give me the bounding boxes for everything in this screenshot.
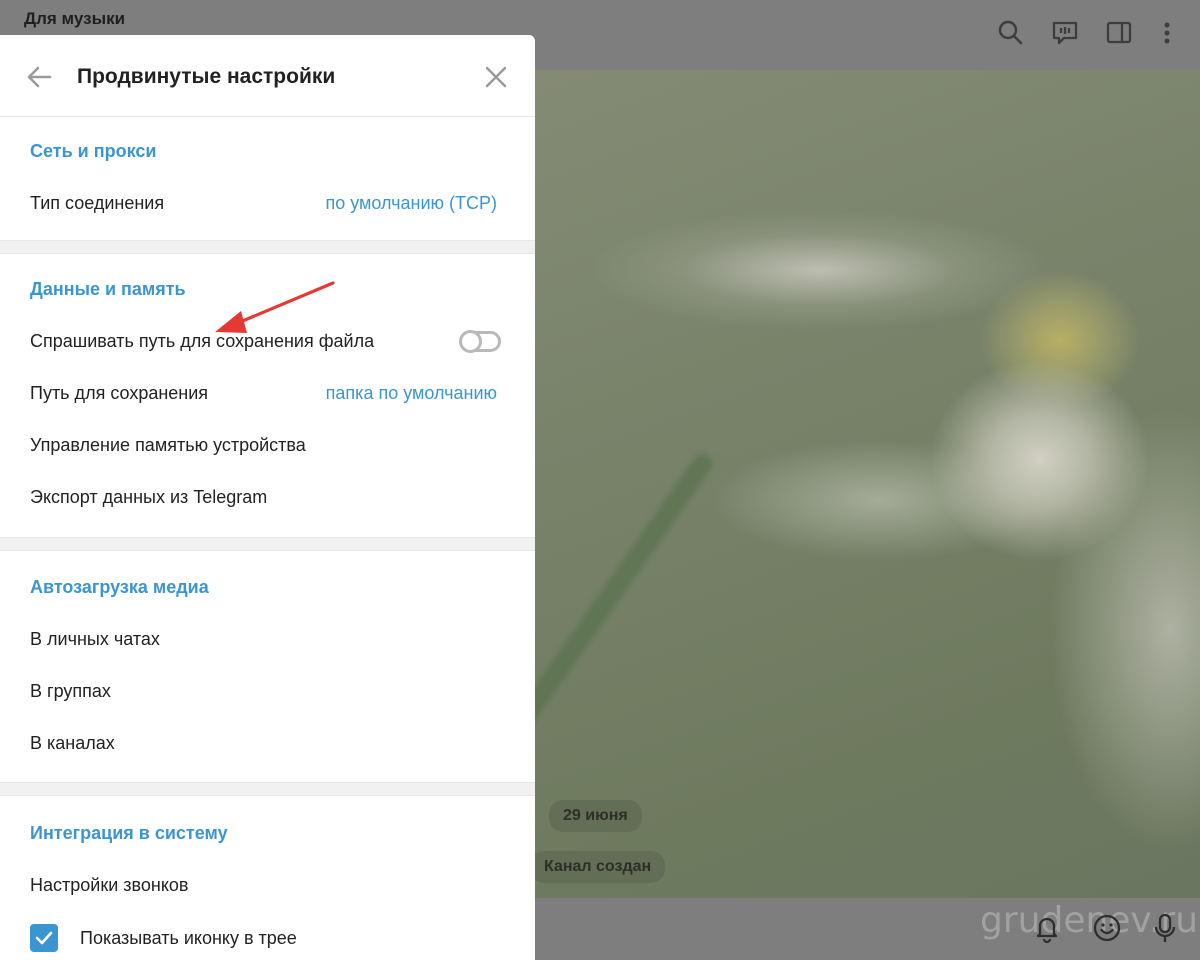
connection-type-value[interactable]: по умолчанию (TCP) (325, 193, 497, 214)
section-title-autoload: Автозагрузка медиа (30, 577, 209, 597)
checkmark-icon (35, 931, 53, 945)
date-pill: 29 июня (549, 800, 642, 832)
bell-icon[interactable] (1031, 912, 1063, 944)
connection-type-label[interactable]: Тип соединения (30, 193, 164, 214)
chat-title[interactable]: Для музыки (24, 9, 125, 29)
call-settings-item[interactable]: Настройки звонков (30, 875, 188, 896)
section-divider (0, 782, 535, 796)
microphone-icon[interactable] (1149, 912, 1181, 944)
tray-icon-checkbox[interactable] (30, 924, 58, 952)
page-title: Продвинутые настройки (77, 65, 336, 88)
advanced-settings-panel: Продвинутые настройки Сеть и прокси Тип … (0, 35, 535, 960)
export-data-item[interactable]: Экспорт данных из Telegram (30, 487, 267, 508)
section-title-network: Сеть и прокси (30, 141, 157, 161)
section-divider (0, 537, 535, 551)
panel-header: Продвинутые настройки (0, 35, 535, 117)
more-vertical-icon[interactable] (1152, 18, 1182, 48)
ask-save-path-toggle[interactable] (459, 330, 501, 353)
section-title-data: Данные и память (30, 279, 186, 299)
autoload-groups-item[interactable]: В группах (30, 681, 111, 702)
save-path-value[interactable]: папка по умолчанию (326, 383, 497, 404)
annotation-arrow-icon (215, 281, 335, 333)
tray-icon-label[interactable]: Показывать иконку в трее (80, 928, 297, 949)
autoload-private-chats-item[interactable]: В личных чатах (30, 629, 160, 650)
storage-management-item[interactable]: Управление памятью устройства (30, 435, 306, 456)
save-path-label[interactable]: Путь для сохранения (30, 383, 208, 404)
close-icon[interactable] (484, 65, 508, 89)
autoload-channels-item[interactable]: В каналах (30, 733, 115, 754)
back-arrow-icon[interactable] (26, 65, 52, 89)
section-divider (0, 240, 535, 254)
toggle-knob (459, 330, 482, 353)
service-message: Канал создан (530, 851, 666, 883)
section-title-integration: Интеграция в систему (30, 823, 228, 843)
voice-chat-icon[interactable] (1050, 18, 1080, 48)
sidebar-toggle-icon[interactable] (1104, 18, 1134, 48)
search-icon[interactable] (996, 18, 1026, 48)
emoji-icon[interactable] (1091, 912, 1123, 944)
